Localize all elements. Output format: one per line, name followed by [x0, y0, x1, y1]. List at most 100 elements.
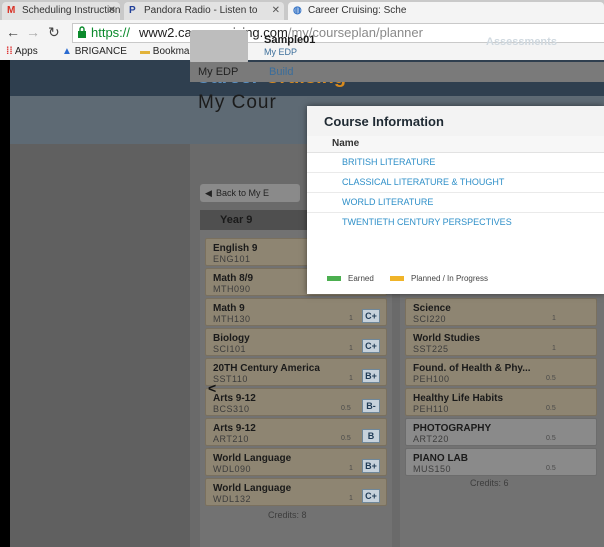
course-option-row[interactable]: BRITISH LITERATURE: [307, 153, 604, 173]
course-card[interactable]: 20TH Century America SST110 1 B+: [205, 358, 387, 386]
page-title: My Cour: [198, 92, 277, 113]
left-edge: [0, 60, 10, 547]
gmail-icon: M: [7, 5, 16, 16]
course-code: BCS310: [213, 404, 250, 414]
credits-total-left: Credits: 8: [268, 510, 307, 520]
course-card[interactable]: Arts 9-12 BCS310 0.5 B-: [205, 388, 387, 416]
back-button[interactable]: ◀ Back to My E: [200, 184, 300, 202]
course-code: WDL090: [213, 464, 252, 474]
bookmark-apps[interactable]: ⁞⁞ Apps: [6, 44, 38, 60]
legend-swatch-planned: [390, 276, 405, 282]
course-code: MUS150: [413, 464, 452, 474]
course-credits: 1: [349, 465, 353, 472]
course-credits: 0.5: [546, 375, 556, 382]
legend-planned: Planned / In Progress: [411, 274, 488, 283]
column-header-name: Name: [332, 138, 360, 149]
tab-my-edp[interactable]: My EDP: [198, 66, 238, 78]
course-name: Arts 9-12: [213, 423, 256, 434]
course-credits: 0.5: [341, 405, 351, 412]
folder-icon: ▬: [140, 46, 150, 57]
course-code: SCI101: [213, 344, 247, 354]
legend-swatch-earned: [327, 276, 341, 282]
tab-gmail[interactable]: M Scheduling Instructions - ✕: [2, 2, 120, 20]
course-card[interactable]: Found. of Health & Phy... PEH100 0.5: [405, 358, 597, 386]
course-option-link[interactable]: TWENTIETH CENTURY PERSPECTIVES: [342, 217, 512, 227]
course-credits: 1: [552, 345, 556, 352]
course-name: PIANO LAB: [413, 453, 468, 464]
course-card[interactable]: World Studies SST225 1: [405, 328, 597, 356]
forward-arrow-icon[interactable]: →: [26, 23, 40, 41]
user-name: Sample01: [264, 34, 316, 46]
course-card[interactable]: PIANO LAB MUS150 0.5: [405, 448, 597, 476]
course-name: English 9: [213, 243, 258, 254]
course-grade: C+: [362, 309, 380, 323]
sub-navigation: My EDP Build: [190, 62, 604, 82]
course-credits: 0.5: [341, 435, 351, 442]
course-code: MTH090: [213, 284, 251, 294]
course-option-row[interactable]: CLASSICAL LITERATURE & THOUGHT: [307, 173, 604, 193]
course-card[interactable]: World Language WDL132 1 C+: [205, 478, 387, 506]
back-arrow-icon: ◀: [205, 188, 212, 198]
course-name: Math 9: [213, 303, 245, 314]
course-card[interactable]: Science SCI220 1: [405, 298, 597, 326]
course-credits: 1: [349, 345, 353, 352]
close-icon[interactable]: ✕: [272, 2, 280, 20]
course-code: PEH100: [413, 374, 450, 384]
pandora-icon: P: [129, 5, 136, 16]
legend-earned: Earned: [348, 274, 374, 283]
course-card[interactable]: Biology SCI101 1 C+: [205, 328, 387, 356]
bookmark-label: BRIGANCE: [74, 46, 127, 57]
course-option-row[interactable]: WORLD LITERATURE: [307, 193, 604, 213]
course-name: PHOTOGRAPHY: [413, 423, 492, 434]
course-grade: B: [362, 429, 380, 443]
course-credits: 1: [349, 315, 353, 322]
url-scheme: https://: [91, 25, 131, 40]
bookmark-brigance[interactable]: ▲ BRIGANCE: [62, 44, 127, 60]
course-code: SST225: [413, 344, 449, 354]
course-credits: 0.5: [546, 435, 556, 442]
credits-total-right: Credits: 6: [470, 478, 509, 488]
course-name: Healthy Life Habits: [413, 393, 504, 404]
tab-career-cruising[interactable]: ◍ Career Cruising: Sche: [288, 2, 604, 20]
course-card[interactable]: Math 9 MTH130 1 C+: [205, 298, 387, 326]
tab-pandora[interactable]: P Pandora Radio - Listen to ✕: [124, 2, 284, 20]
course-credits: 0.5: [546, 465, 556, 472]
brigance-icon: ▲: [62, 46, 72, 57]
close-icon[interactable]: ✕: [108, 2, 116, 20]
tab-label: Pandora Radio - Listen to: [144, 5, 258, 16]
chevron-left-icon[interactable]: <: [208, 380, 216, 396]
course-grade: B+: [362, 459, 380, 473]
course-card[interactable]: PHOTOGRAPHY ART220 0.5: [405, 418, 597, 446]
course-option-link[interactable]: WORLD LITERATURE: [342, 197, 433, 207]
tab-label: Scheduling Instructions -: [22, 5, 120, 16]
course-code: SCI220: [413, 314, 447, 324]
course-info-modal: Course Information Name BRITISH LITERATU…: [307, 106, 604, 294]
modal-header: Course Information: [307, 106, 604, 137]
course-option-link[interactable]: CLASSICAL LITERATURE & THOUGHT: [342, 177, 504, 187]
lock-icon: [78, 26, 86, 38]
tab-label: Career Cruising: Sche: [308, 5, 407, 16]
course-option-link[interactable]: BRITISH LITERATURE: [342, 157, 435, 167]
course-card[interactable]: Arts 9-12 ART210 0.5 B: [205, 418, 387, 446]
assessments-link[interactable]: Assessments: [486, 36, 557, 48]
course-grade: C+: [362, 489, 380, 503]
course-name: Math 8/9: [213, 273, 254, 284]
course-code: WDL132: [213, 494, 252, 504]
course-name: Arts 9-12: [213, 393, 256, 404]
browser-chrome: M Scheduling Instructions - ✕ P Pandora …: [0, 0, 604, 60]
course-name: World Language: [213, 453, 292, 464]
course-card[interactable]: World Language WDL090 1 B+: [205, 448, 387, 476]
reload-icon[interactable]: ↻: [48, 23, 60, 41]
tab-build[interactable]: Build: [269, 66, 293, 78]
modal-title: Course Information: [324, 114, 444, 129]
apps-grid-icon: ⁞⁞: [6, 46, 13, 57]
course-name: World Studies: [413, 333, 481, 344]
course-option-row[interactable]: TWENTIETH CENTURY PERSPECTIVES: [307, 213, 604, 232]
year-label: Year 9: [220, 214, 253, 226]
course-card[interactable]: Healthy Life Habits PEH110 0.5: [405, 388, 597, 416]
tab-strip: M Scheduling Instructions - ✕ P Pandora …: [0, 0, 604, 20]
user-sub-link[interactable]: My EDP: [264, 47, 297, 57]
course-credits: 1: [552, 315, 556, 322]
modal-column-header: Name: [307, 136, 604, 153]
back-arrow-icon[interactable]: ←: [6, 23, 20, 41]
